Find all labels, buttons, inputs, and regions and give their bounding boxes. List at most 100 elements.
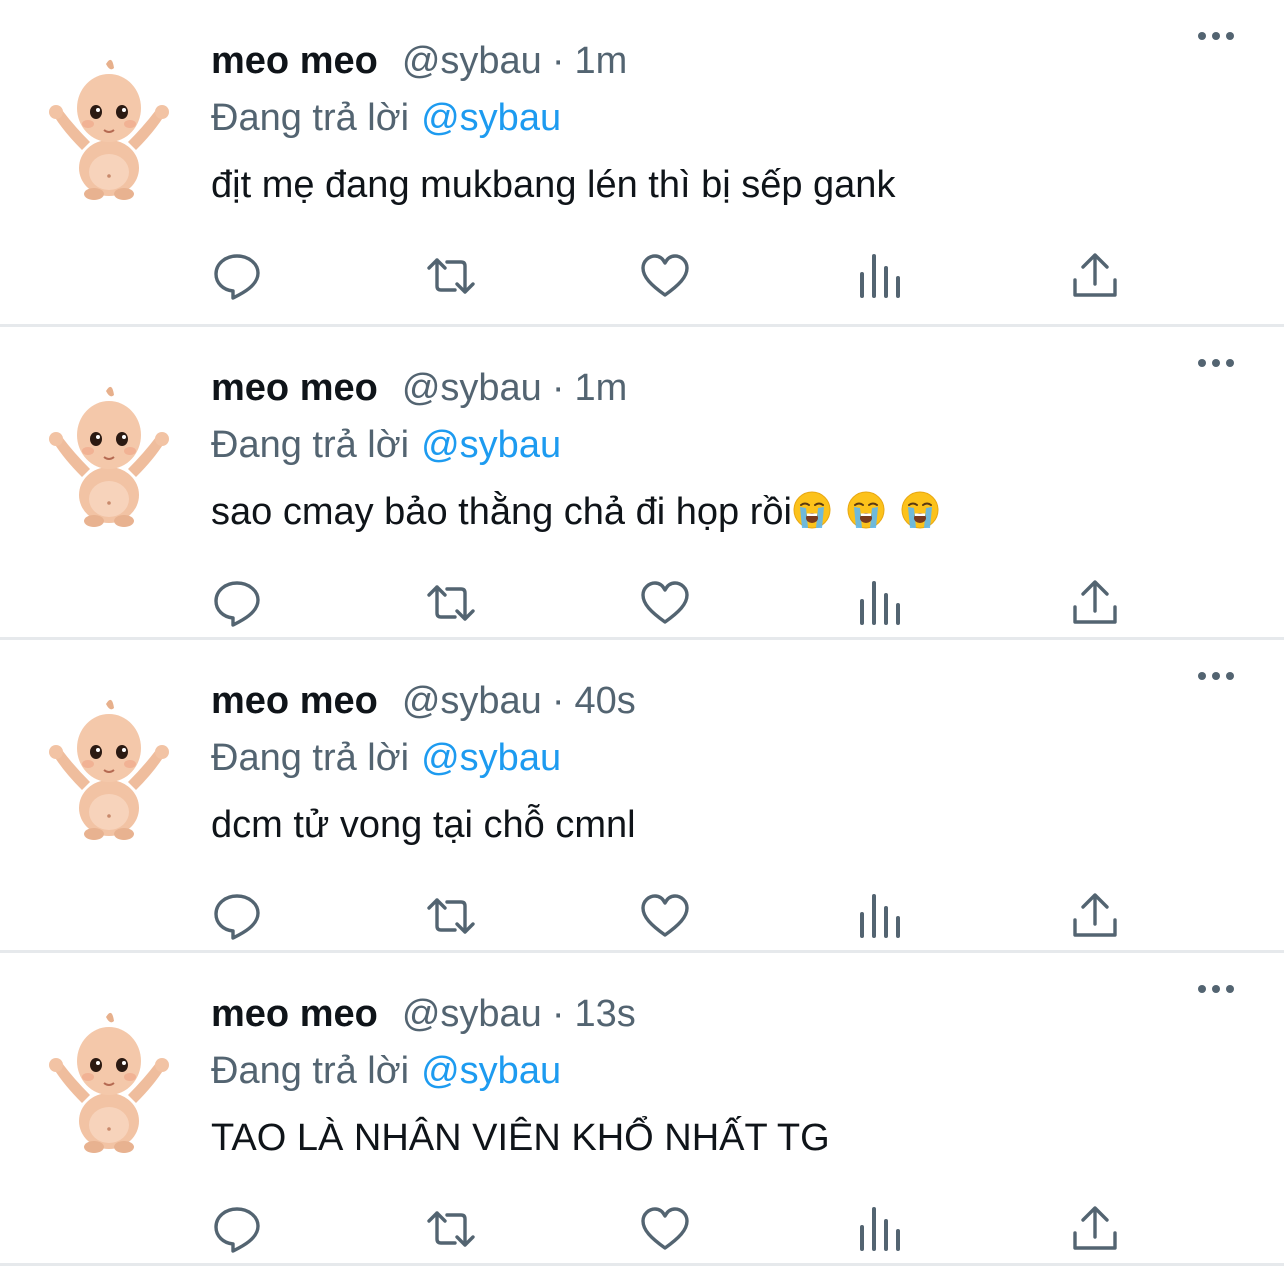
tweet[interactable]: meo meo @sybau · 1m Đang trả lời @sybau s… — [0, 327, 1284, 640]
views-button[interactable] — [855, 1203, 907, 1255]
like-button[interactable] — [639, 890, 691, 942]
retweet-button[interactable] — [425, 577, 477, 629]
tweet-header: meo meo @sybau · 1m — [211, 367, 1244, 419]
more-options-icon[interactable] — [1198, 24, 1242, 48]
views-button[interactable] — [855, 577, 907, 629]
replying-to-label: Đang trả lời — [211, 97, 410, 139]
emoji-group — [792, 491, 940, 533]
reply-icon — [214, 1207, 260, 1253]
share-button[interactable] — [1069, 250, 1121, 302]
retweet-icon — [427, 1211, 475, 1247]
kewpie-doll-avatar-icon — [49, 1012, 169, 1153]
separator-dot: · — [551, 40, 565, 82]
retweet-icon — [427, 585, 475, 621]
avatar[interactable] — [46, 50, 172, 200]
bar-chart-icon — [860, 581, 900, 625]
loudly-crying-face-icon — [901, 491, 939, 529]
reply-mention-link[interactable]: @sybau — [421, 737, 561, 779]
tweet-content: meo meo @sybau · 13s Đang trả lời @sybau … — [211, 993, 1244, 1163]
tweet-content: meo meo @sybau · 40s Đang trả lời @sybau … — [211, 680, 1244, 850]
user-handle[interactable]: @sybau — [402, 40, 542, 83]
replying-to: Đang trả lời @sybau — [211, 732, 1244, 784]
reply-button[interactable] — [211, 250, 263, 302]
display-name[interactable]: meo meo — [211, 40, 378, 83]
timestamp[interactable]: 40s — [574, 680, 635, 723]
share-button[interactable] — [1069, 890, 1121, 942]
tweet-content: meo meo @sybau · 1m Đang trả lời @sybau đ… — [211, 40, 1244, 210]
like-button[interactable] — [639, 577, 691, 629]
tweet[interactable]: meo meo @sybau · 1m Đang trả lời @sybau đ… — [0, 0, 1284, 327]
tweet-actions — [211, 250, 1131, 302]
display-name[interactable]: meo meo — [211, 680, 378, 723]
display-name[interactable]: meo meo — [211, 367, 378, 410]
user-handle[interactable]: @sybau — [402, 993, 542, 1036]
heart-icon — [641, 1207, 689, 1250]
more-options-icon[interactable] — [1198, 664, 1242, 688]
timestamp[interactable]: 13s — [574, 993, 635, 1036]
tweet[interactable]: meo meo @sybau · 13s Đang trả lời @sybau … — [0, 953, 1284, 1266]
share-icon — [1073, 893, 1117, 937]
tweet-header: meo meo @sybau · 40s — [211, 680, 1244, 732]
reply-icon — [214, 894, 260, 940]
bar-chart-icon — [860, 894, 900, 938]
reply-icon — [214, 254, 260, 300]
heart-icon — [641, 581, 689, 624]
share-icon — [1073, 580, 1117, 624]
loudly-crying-face-icon — [847, 491, 885, 529]
share-button[interactable] — [1069, 1203, 1121, 1255]
retweet-button[interactable] — [425, 890, 477, 942]
views-button[interactable] — [855, 890, 907, 942]
tweet-header: meo meo @sybau · 13s — [211, 993, 1244, 1045]
tweet-content: meo meo @sybau · 1m Đang trả lời @sybau s… — [211, 367, 1244, 537]
replying-to-label: Đang trả lời — [211, 737, 410, 779]
separator-dot: · — [551, 367, 565, 409]
separator-dot: · — [551, 680, 565, 722]
timestamp[interactable]: 1m — [574, 367, 627, 410]
heart-icon — [641, 894, 689, 937]
replying-to-label: Đang trả lời — [211, 1050, 410, 1092]
avatar[interactable] — [46, 377, 172, 527]
retweet-icon — [427, 898, 475, 934]
more-options-icon[interactable] — [1198, 977, 1242, 1001]
reply-mention-link[interactable]: @sybau — [421, 424, 561, 466]
loudly-crying-face-icon — [793, 491, 831, 529]
reply-button[interactable] — [211, 1203, 263, 1255]
tweet-feed: meo meo @sybau · 1m Đang trả lời @sybau đ… — [0, 0, 1284, 1266]
tweet-actions — [211, 890, 1131, 942]
tweet-text: địt mẹ đang mukbang lén thì bị sếp gank — [211, 160, 1244, 210]
retweet-button[interactable] — [425, 1203, 477, 1255]
like-button[interactable] — [639, 1203, 691, 1255]
bar-chart-icon — [860, 1207, 900, 1251]
tweet-text-content: dcm tử vong tại chỗ cmnl — [211, 804, 636, 846]
display-name[interactable]: meo meo — [211, 993, 378, 1036]
reply-button[interactable] — [211, 890, 263, 942]
like-button[interactable] — [639, 250, 691, 302]
heart-icon — [641, 254, 689, 297]
tweet-text: TAO LÀ NHÂN VIÊN KHỔ NHẤT TG — [211, 1113, 1244, 1163]
avatar[interactable] — [46, 690, 172, 840]
user-handle[interactable]: @sybau — [402, 680, 542, 723]
tweet[interactable]: meo meo @sybau · 40s Đang trả lời @sybau … — [0, 640, 1284, 953]
tweet-actions — [211, 1203, 1131, 1255]
share-icon — [1073, 253, 1117, 297]
tweet-text-content: TAO LÀ NHÂN VIÊN KHỔ NHẤT TG — [211, 1117, 830, 1159]
separator-dot: · — [551, 993, 565, 1035]
tweet-text-content: sao cmay bảo thằng chả đi họp rồi — [211, 491, 792, 533]
bar-chart-icon — [860, 254, 900, 298]
reply-mention-link[interactable]: @sybau — [421, 97, 561, 139]
retweet-button[interactable] — [425, 250, 477, 302]
tweet-header: meo meo @sybau · 1m — [211, 40, 1244, 92]
avatar[interactable] — [46, 1003, 172, 1153]
replying-to: Đang trả lời @sybau — [211, 92, 1244, 144]
tweet-actions — [211, 577, 1131, 629]
replying-to-label: Đang trả lời — [211, 424, 410, 466]
views-button[interactable] — [855, 250, 907, 302]
more-options-icon[interactable] — [1198, 351, 1242, 375]
timestamp[interactable]: 1m — [574, 40, 627, 83]
retweet-icon — [427, 258, 475, 294]
reply-mention-link[interactable]: @sybau — [421, 1050, 561, 1092]
user-handle[interactable]: @sybau — [402, 367, 542, 410]
share-button[interactable] — [1069, 577, 1121, 629]
reply-button[interactable] — [211, 577, 263, 629]
replying-to: Đang trả lời @sybau — [211, 1045, 1244, 1097]
